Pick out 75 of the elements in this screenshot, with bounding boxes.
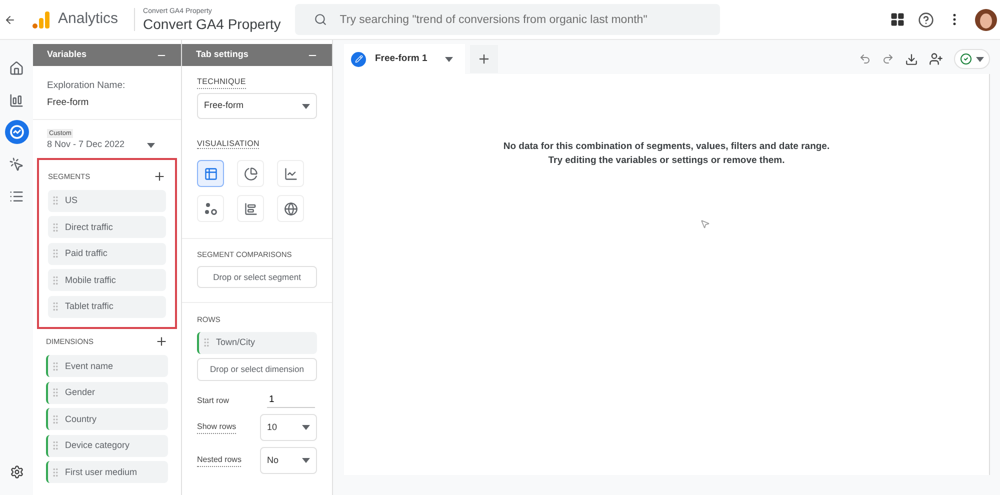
drag-handle-icon[interactable] [50,274,61,286]
drag-handle-icon[interactable] [50,360,61,372]
table-icon[interactable] [197,160,224,187]
start-row-field[interactable]: 1 [267,393,315,408]
caret-icon [302,458,310,464]
segment-drop-zone[interactable]: Drop or select segment [197,266,317,288]
panel-title: Tab settings [196,48,248,62]
caret-icon [302,104,310,108]
add-tab-button[interactable] [470,45,498,73]
dimension-drop-zone[interactable]: Drop or select dimension [197,358,317,381]
help-icon[interactable] [918,12,934,28]
drag-handle-icon[interactable] [50,248,61,260]
bar-chart-icon[interactable] [237,195,264,222]
panel-title: Variables [47,48,87,62]
field-label: Nested rows [197,454,242,468]
check-circle-icon [960,53,972,65]
dimension-chip[interactable]: First user medium [46,461,168,484]
field-label: Start row [197,394,230,407]
pie-chart-icon[interactable] [237,160,264,187]
status-check-button[interactable] [954,49,990,69]
section-label: TECHNIQUE [197,76,246,89]
search-field[interactable]: Try searching "trend of conversions from organic last month" [294,4,720,35]
explore-icon[interactable] [4,120,28,144]
download-icon[interactable] [905,52,918,66]
globe-icon[interactable] [277,195,304,222]
caret-icon [445,56,453,62]
caret-icon [147,142,155,148]
dimension-chip[interactable]: Event name [46,355,168,378]
pencil-icon [351,52,366,66]
add-icon[interactable] [155,335,168,348]
apps-grid-icon[interactable] [890,12,905,27]
bar-logo-icon [32,10,50,28]
line-chart-icon[interactable] [277,160,304,187]
caret-icon [302,425,310,430]
property-name[interactable]: Convert GA4 Property [143,17,281,31]
settings-icon[interactable] [10,465,24,479]
segment-chip[interactable]: Direct traffic [48,216,166,238]
plus-icon [477,52,491,66]
drag-handle-icon[interactable] [50,301,61,312]
caret-icon [976,56,984,62]
mouse-cursor-icon [700,219,710,229]
row-chip[interactable]: Town/City [197,332,317,354]
drag-handle-icon[interactable] [50,195,61,206]
dimension-chip[interactable]: Device category [46,434,168,457]
drag-handle-icon[interactable] [201,337,212,348]
empty-message: No data for this combination of segments, values, filters and date range. [503,140,830,154]
undo-icon[interactable] [859,53,871,65]
app-name: Analytics [58,9,118,30]
drag-handle-icon[interactable] [50,414,61,425]
canvas-tab[interactable]: Free-form 1 [344,44,465,74]
dimension-chip[interactable]: Country [46,408,168,430]
drag-handle-icon[interactable] [50,222,61,233]
drag-handle-icon[interactable] [50,387,61,398]
segment-chip[interactable]: Paid traffic [48,242,166,265]
segment-chip[interactable]: Mobile traffic [48,269,166,292]
nested-rows-dropdown[interactable]: No [260,447,317,474]
technique-dropdown[interactable]: Free-form [197,93,317,119]
exploration-name[interactable]: Free-form [47,96,167,110]
avatar[interactable] [975,8,997,30]
search-icon [314,13,327,26]
drag-handle-icon[interactable] [50,440,61,452]
show-rows-dropdown[interactable]: 10 [260,414,317,442]
segment-chip[interactable]: US [48,190,166,212]
field-label: Show rows [197,421,236,434]
empty-message: Try editing the variables or settings or remove them. [548,154,785,168]
field-label: Exploration Name: [47,79,126,93]
dimension-chip[interactable]: Gender [46,382,168,404]
redo-icon[interactable] [882,53,894,65]
add-icon[interactable] [153,170,166,183]
back-arrow-icon[interactable] [4,14,16,26]
share-user-icon[interactable] [929,52,943,66]
scatter-icon[interactable] [197,195,224,222]
segment-chip[interactable]: Tablet traffic [48,296,166,318]
drag-handle-icon[interactable] [50,466,61,478]
section-label: VISUALISATION [197,139,260,149]
